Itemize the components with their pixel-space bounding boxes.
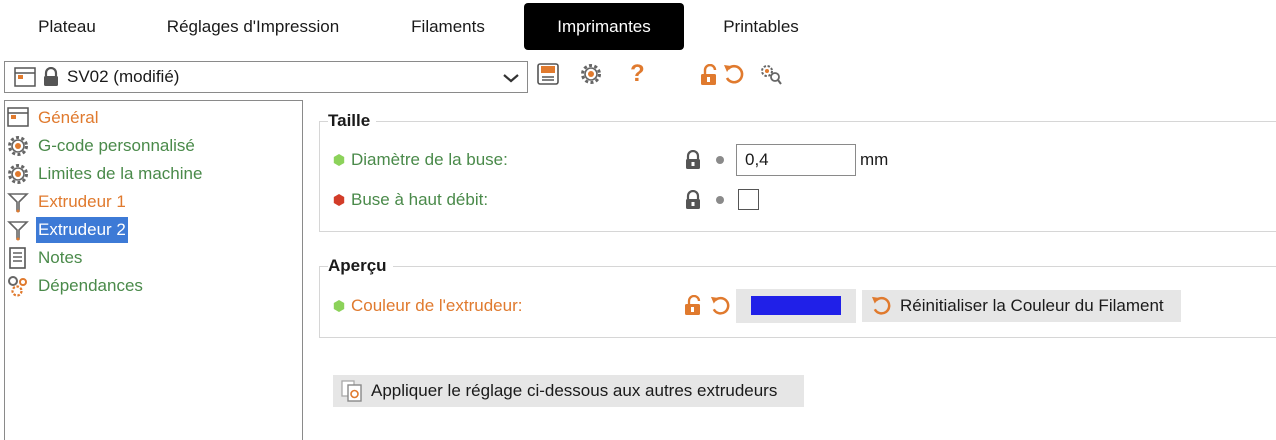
search-settings-icon[interactable] — [760, 64, 782, 91]
unlock-icon[interactable] — [700, 63, 722, 91]
tree-item-label: Général — [38, 108, 99, 127]
undo-icon — [871, 295, 892, 327]
tab-plateau[interactable]: Plateau — [18, 3, 116, 50]
nozzle-diameter-label: Diamètre de la buse: — [333, 149, 508, 171]
color-swatch — [751, 296, 841, 315]
extruder-icon — [7, 219, 29, 246]
unlock-icon[interactable] — [684, 294, 704, 321]
reset-filament-color-button[interactable]: Réinitialiser la Couleur du Filament — [862, 290, 1181, 322]
extruder-color-label: Couleur de l'extrudeur: — [333, 295, 522, 317]
lock-icon[interactable] — [684, 149, 702, 175]
extruder-icon — [7, 191, 29, 218]
high-flow-checkbox[interactable] — [738, 189, 759, 210]
copy-icon — [341, 380, 365, 413]
size-group: Taille — [319, 112, 1276, 232]
chevron-down-icon[interactable] — [502, 71, 520, 89]
gear-icon[interactable] — [580, 63, 602, 90]
tab-filaments[interactable]: Filaments — [390, 3, 506, 50]
printer-preset-dropdown[interactable]: SV02 (modifié) — [4, 61, 528, 93]
tab-printers[interactable]: Imprimantes — [524, 3, 684, 50]
undo-icon[interactable] — [710, 295, 731, 321]
top-tab-bar: Plateau Réglages d'Impression Filaments … — [0, 0, 1276, 52]
lock-icon — [42, 66, 60, 92]
bullet-icon — [716, 196, 724, 204]
tab-printables[interactable]: Printables — [704, 3, 818, 50]
gear-icon — [7, 135, 29, 162]
tree-item-label: G-code personnalisé — [38, 136, 195, 155]
preview-group-title: Aperçu — [328, 257, 393, 275]
apply-button-label: Appliquer le réglage ci-dessous aux autr… — [371, 381, 778, 400]
bullet-icon — [716, 156, 724, 164]
reset-button-label: Réinitialiser la Couleur du Filament — [900, 296, 1164, 315]
hexagon-green-icon — [333, 154, 345, 166]
size-group-title: Taille — [328, 112, 377, 130]
tree-item-label: Notes — [38, 248, 83, 267]
gear-icon — [7, 163, 29, 190]
notes-icon — [7, 247, 29, 274]
high-flow-label: Buse à haut débit: — [333, 189, 488, 211]
nozzle-diameter-input[interactable]: 0,4 — [736, 144, 856, 176]
printer-preset-icon — [14, 67, 36, 92]
tree-item-label: Extrudeur 1 — [38, 192, 126, 211]
hexagon-green-icon — [333, 300, 345, 312]
tree-item-label: Extrudeur 2 — [36, 217, 128, 243]
tree-item-label: Dépendances — [38, 276, 143, 295]
nozzle-unit: mm — [860, 150, 889, 169]
dependencies-icon — [7, 275, 29, 302]
save-icon[interactable] — [537, 63, 559, 90]
question-icon[interactable]: ? — [630, 60, 645, 88]
tab-print-settings[interactable]: Réglages d'Impression — [148, 3, 358, 50]
lock-icon[interactable] — [684, 189, 702, 215]
tree-item-label: Limites de la machine — [38, 164, 203, 183]
settings-category-tree: Général G-code personnalisé Limites de l… — [4, 100, 303, 440]
apply-to-other-extruders-button[interactable]: Appliquer le réglage ci-dessous aux autr… — [333, 375, 804, 407]
hexagon-red-icon — [333, 194, 345, 206]
general-icon — [7, 107, 29, 132]
undo-icon[interactable] — [723, 63, 745, 90]
preset-name: SV02 (modifié) — [67, 67, 180, 86]
extruder-color-picker[interactable] — [736, 289, 856, 323]
